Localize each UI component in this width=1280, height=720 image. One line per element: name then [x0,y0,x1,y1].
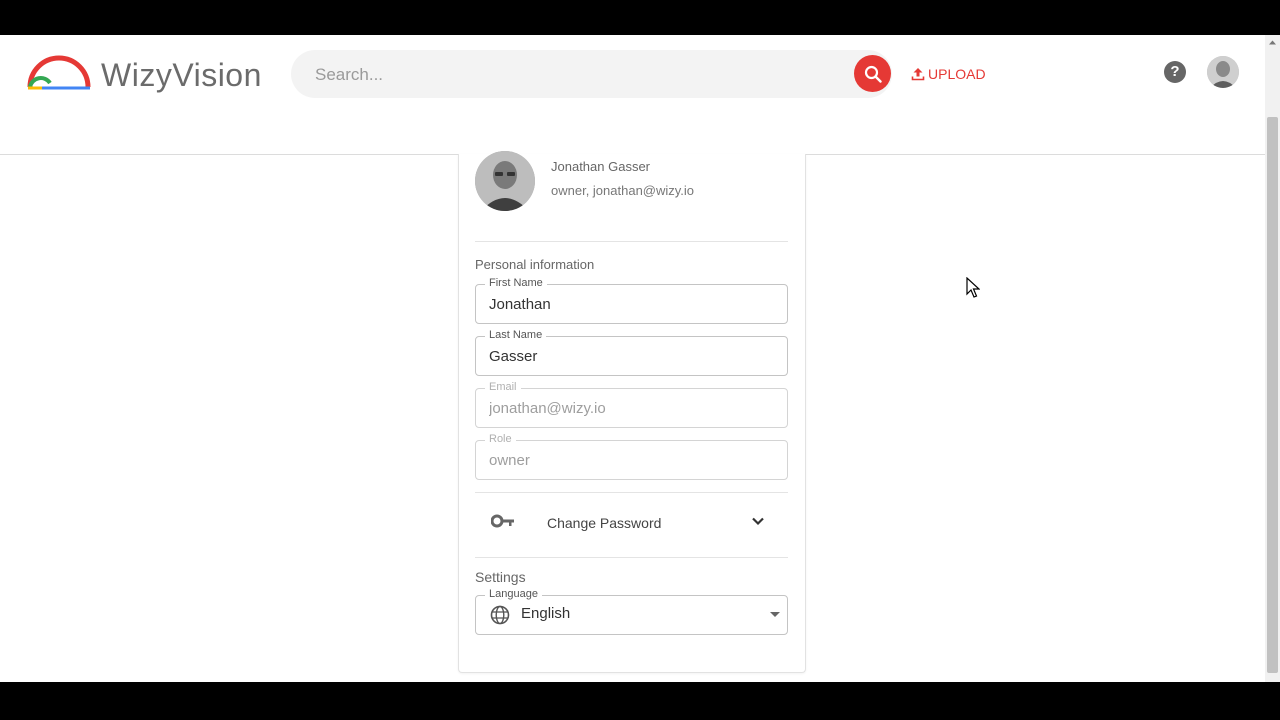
upload-label: UPLOAD [928,66,986,82]
top-bar: WizyVision UPLOAD ? [0,35,1265,155]
last-name-field[interactable]: Last Name [475,328,788,376]
first-name-input[interactable] [489,293,769,315]
language-value: English [521,605,571,622]
divider [475,492,788,493]
last-name-input[interactable] [489,345,769,367]
divider [475,557,788,558]
upload-button[interactable]: UPLOAD [911,64,986,84]
user-avatar[interactable] [1207,56,1239,88]
profile-name: Jonathan Gasser [551,159,651,174]
role-label: Role [485,432,516,446]
last-name-label: Last Name [485,328,547,342]
search-icon [864,65,882,83]
logo-rainbow-icon [27,55,91,90]
search-input[interactable] [313,62,837,88]
vertical-scrollbar[interactable] [1265,35,1280,682]
profile-avatar [475,151,535,211]
key-icon [491,514,514,528]
logo-text: WizyVision [101,57,262,93]
profile-card: Jonathan Gasser owner, jonathan@wizy.io … [458,151,806,673]
scroll-up-arrow-icon[interactable] [1265,35,1280,50]
upload-icon [911,68,925,81]
email-label: Email [485,380,521,394]
language-label: Language [485,587,542,601]
email-input [489,397,769,419]
change-password-label: Change Password [547,515,662,531]
profile-subtitle: owner, jonathan@wizy.io [551,183,695,198]
role-field: Role [475,432,788,480]
email-field: Email [475,380,788,428]
language-select[interactable]: Language English [475,587,788,635]
dropdown-caret-icon [770,612,780,617]
change-password-toggle[interactable]: Change Password [475,500,788,546]
divider [475,241,788,242]
personal-info-heading: Personal information [475,257,595,272]
search-button[interactable] [854,55,891,92]
chevron-down-icon [752,517,764,526]
settings-heading: Settings [475,569,526,585]
first-name-field[interactable]: First Name [475,276,788,324]
scrollbar-thumb[interactable] [1267,117,1278,673]
cursor-icon [966,277,980,298]
app-viewport: WizyVision UPLOAD ? [0,35,1280,682]
role-input [489,449,769,471]
profile-photo [475,151,535,211]
first-name-label: First Name [485,276,547,290]
avatar-photo [1207,56,1239,88]
search-bar [291,50,892,98]
globe-icon [490,605,510,625]
help-icon[interactable]: ? [1164,61,1186,83]
wizyvision-logo[interactable]: WizyVision [26,55,266,95]
